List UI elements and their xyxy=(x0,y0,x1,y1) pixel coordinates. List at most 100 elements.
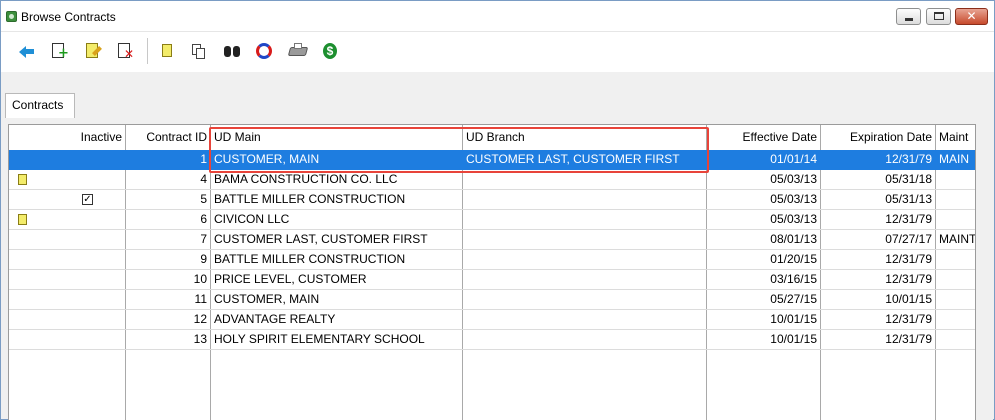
cell-contract-id: 1 xyxy=(200,152,207,166)
cell-ud-branch xyxy=(463,310,706,330)
cell-expiration-date: 12/31/79 xyxy=(885,272,932,286)
cell-ud-main: BATTLE MILLER CONSTRUCTION xyxy=(214,252,406,266)
back-button[interactable] xyxy=(16,40,38,62)
cell-ud-branch xyxy=(463,170,706,190)
cell-ud-main: CUSTOMER LAST, CUSTOMER FIRST xyxy=(214,232,428,246)
cell-ud-branch xyxy=(463,270,706,290)
table-row[interactable]: ✓ 5 BATTLE MILLER CONSTRUCTION 05/03/13 05/3… xyxy=(9,190,975,210)
table-row[interactable]: 10 PRICE LEVEL, CUSTOMER 03/16/15 12/31/79 xyxy=(9,270,975,290)
cell-effective-date: 03/16/15 xyxy=(770,272,817,286)
contracts-grid: Inactive Contract ID UD Main UD Branch E… xyxy=(8,124,976,420)
cell-expiration-date: 12/31/79 xyxy=(885,332,932,346)
cell-maint xyxy=(936,310,975,330)
note-icon[interactable] xyxy=(18,174,27,185)
cell-expiration-date: 05/31/18 xyxy=(885,172,932,186)
cell-expiration-date: 05/31/13 xyxy=(885,192,932,206)
cell-ud-branch xyxy=(463,190,706,210)
maximize-icon xyxy=(934,12,944,20)
cell-ud-main: ADVANTAGE REALTY xyxy=(214,312,336,326)
table-row[interactable]: 6 CIVICON LLC 05/03/13 12/31/79 xyxy=(9,210,975,230)
cell-ud-main: CUSTOMER, MAIN xyxy=(214,152,320,166)
minimize-icon xyxy=(905,18,913,21)
cell-effective-date: 10/01/15 xyxy=(770,332,817,346)
table-row[interactable]: 9 BATTLE MILLER CONSTRUCTION 01/20/15 12/31… xyxy=(9,250,975,270)
cell-effective-date: 05/27/15 xyxy=(770,292,817,306)
table-row[interactable]: 11 CUSTOMER, MAIN 05/27/15 10/01/15 xyxy=(9,290,975,310)
cell-maint: MAIN xyxy=(939,152,969,166)
column-header-expiration-date[interactable]: Expiration Date xyxy=(821,125,935,149)
delete-button[interactable]: ✕ xyxy=(114,40,136,62)
cell-ud-main: CIVICON LLC xyxy=(214,212,290,226)
cell-maint: MAINT xyxy=(939,232,976,246)
money-icon: $ xyxy=(323,43,337,59)
column-header-ud-branch[interactable]: UD Branch xyxy=(463,125,706,149)
cell-ud-main: PRICE LEVEL, CUSTOMER xyxy=(214,272,367,286)
cell-effective-date: 01/01/14 xyxy=(770,152,817,166)
refresh-button[interactable] xyxy=(253,40,275,62)
cell-effective-date: 10/01/15 xyxy=(770,312,817,326)
window-title: Browse Contracts xyxy=(21,10,116,24)
cell-contract-id: 7 xyxy=(200,232,207,246)
cell-ud-branch xyxy=(463,230,706,250)
cell-expiration-date: 12/31/79 xyxy=(885,152,932,166)
add-button[interactable]: + xyxy=(48,40,70,62)
toolbar-separator xyxy=(147,38,148,64)
cell-ud-main: HOLY SPIRIT ELEMENTARY SCHOOL xyxy=(214,332,425,346)
print-button[interactable] xyxy=(287,40,309,62)
cell-contract-id: 9 xyxy=(200,252,207,266)
cell-contract-id: 4 xyxy=(200,172,207,186)
cell-maint xyxy=(936,270,975,290)
cell-effective-date: 05/03/13 xyxy=(770,192,817,206)
title-bar: Browse Contracts ✕ xyxy=(1,1,994,32)
tab-strip: Contracts xyxy=(1,72,994,118)
find-button[interactable] xyxy=(221,40,243,62)
column-header-contract-id[interactable]: Contract ID xyxy=(126,125,210,149)
cell-maint xyxy=(936,170,975,190)
close-icon: ✕ xyxy=(966,9,977,23)
notes-button[interactable] xyxy=(156,40,178,62)
table-row[interactable]: 12 ADVANTAGE REALTY 10/01/15 12/31/79 xyxy=(9,310,975,330)
cell-expiration-date: 12/31/79 xyxy=(885,212,932,226)
close-button[interactable]: ✕ xyxy=(955,8,988,25)
cell-expiration-date: 12/31/79 xyxy=(885,252,932,266)
minimize-button[interactable] xyxy=(896,8,921,25)
window-edge xyxy=(976,124,993,420)
column-header-maint[interactable]: Maint xyxy=(936,125,975,149)
note-icon[interactable] xyxy=(18,214,27,225)
cell-expiration-date: 07/27/17 xyxy=(885,232,932,246)
cell-contract-id: 10 xyxy=(193,272,207,286)
inactive-checkbox[interactable]: ✓ xyxy=(82,194,93,205)
cell-contract-id: 11 xyxy=(194,292,207,306)
column-header-inactive[interactable]: Inactive xyxy=(9,125,125,149)
column-header-effective-date[interactable]: Effective Date xyxy=(707,125,820,149)
copy-button[interactable] xyxy=(188,40,210,62)
cell-effective-date: 05/03/13 xyxy=(770,212,817,226)
cell-ud-branch xyxy=(463,290,706,310)
table-row[interactable]: 13 HOLY SPIRIT ELEMENTARY SCHOOL 10/01/15 1… xyxy=(9,330,975,350)
cell-ud-branch xyxy=(463,250,706,270)
cell-contract-id: 6 xyxy=(200,212,207,226)
pricing-button[interactable]: $ xyxy=(319,40,341,62)
table-row[interactable]: 1 CUSTOMER, MAIN CUSTOMER LAST, CUSTOMER F… xyxy=(9,150,975,170)
cell-contract-id: 13 xyxy=(193,332,207,346)
cell-expiration-date: 12/31/79 xyxy=(885,312,932,326)
cell-ud-main: BAMA CONSTRUCTION CO. LLC xyxy=(214,172,398,186)
column-header-ud-main[interactable]: UD Main xyxy=(211,125,462,149)
cell-contract-id: 5 xyxy=(200,192,207,206)
cell-ud-main: BATTLE MILLER CONSTRUCTION xyxy=(214,192,406,206)
cell-maint xyxy=(936,210,975,230)
table-row[interactable]: 7 CUSTOMER LAST, CUSTOMER FIRST 08/01/13 07… xyxy=(9,230,976,250)
cell-contract-id: 12 xyxy=(193,312,207,326)
maximize-button[interactable] xyxy=(926,8,951,25)
cell-effective-date: 05/03/13 xyxy=(770,172,817,186)
cell-ud-main: CUSTOMER, MAIN xyxy=(214,292,320,306)
table-row[interactable]: 4 BAMA CONSTRUCTION CO. LLC 05/03/13 05/31/… xyxy=(9,170,975,190)
cell-ud-branch xyxy=(463,330,706,350)
cell-ud-branch xyxy=(463,210,706,230)
binoculars-icon xyxy=(224,46,240,57)
toolbar: + ✕ $ xyxy=(1,32,994,72)
edit-button[interactable] xyxy=(82,40,104,62)
cell-expiration-date: 10/01/15 xyxy=(885,292,932,306)
tab-contracts[interactable]: Contracts xyxy=(5,93,75,118)
cell-ud-branch: CUSTOMER LAST, CUSTOMER FIRST xyxy=(466,152,680,166)
